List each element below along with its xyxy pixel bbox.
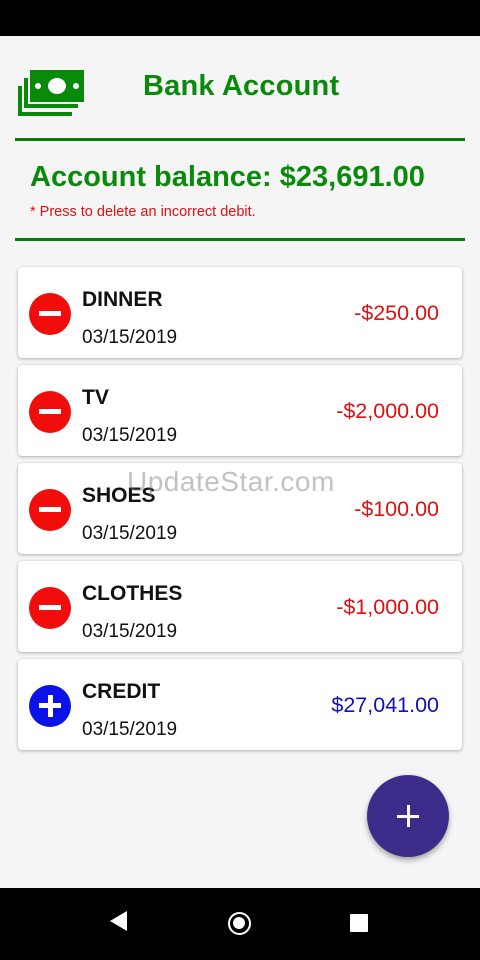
transaction-name: CLOTHES	[82, 582, 183, 605]
app-screen: Bank Account Account balance: $23,691.00…	[0, 36, 480, 888]
transaction-amount: -$250.00	[354, 301, 439, 325]
transaction-amount: $27,041.00	[331, 693, 439, 717]
transaction-list: DINNER 03/15/2019 -$250.00 TV 03/15/2019…	[18, 267, 462, 757]
status-bar	[0, 0, 480, 36]
remove-icon[interactable]	[29, 391, 71, 433]
transaction-name: DINNER	[82, 288, 163, 311]
add-transaction-button[interactable]	[367, 775, 449, 857]
account-balance: Account balance: $23,691.00	[30, 161, 425, 193]
transaction-card[interactable]: TV 03/15/2019 -$2,000.00	[18, 365, 462, 456]
transaction-amount: -$2,000.00	[336, 399, 439, 423]
recents-square-icon[interactable]	[350, 914, 368, 932]
home-circle-icon[interactable]	[228, 912, 251, 935]
transaction-card[interactable]: CLOTHES 03/15/2019 -$1,000.00	[18, 561, 462, 652]
remove-icon[interactable]	[29, 587, 71, 629]
remove-icon[interactable]	[29, 489, 71, 531]
transaction-date: 03/15/2019	[82, 523, 178, 544]
system-nav-bar	[0, 888, 480, 960]
transaction-amount: -$1,000.00	[336, 595, 439, 619]
transaction-name: SHOES	[82, 484, 156, 507]
add-icon[interactable]	[29, 685, 71, 727]
remove-icon[interactable]	[29, 293, 71, 335]
money-bills-icon	[18, 70, 84, 116]
transaction-date: 03/15/2019	[82, 425, 178, 446]
back-triangle-icon[interactable]	[110, 911, 127, 931]
transaction-amount: -$100.00	[354, 497, 439, 521]
balance-divider	[15, 238, 465, 241]
app-header: Bank Account	[0, 36, 480, 138]
transaction-date: 03/15/2019	[82, 621, 178, 642]
transaction-card[interactable]: DINNER 03/15/2019 -$250.00	[18, 267, 462, 358]
transaction-card[interactable]: CREDIT 03/15/2019 $27,041.00	[18, 659, 462, 750]
app-title: Bank Account	[143, 70, 340, 102]
transaction-date: 03/15/2019	[82, 327, 178, 348]
transaction-name: CREDIT	[82, 680, 161, 703]
header-divider	[15, 138, 465, 141]
transaction-card[interactable]: SHOES 03/15/2019 -$100.00	[18, 463, 462, 554]
transaction-date: 03/15/2019	[82, 719, 178, 740]
delete-hint: * Press to delete an incorrect debit.	[30, 204, 256, 220]
transaction-name: TV	[82, 386, 109, 409]
